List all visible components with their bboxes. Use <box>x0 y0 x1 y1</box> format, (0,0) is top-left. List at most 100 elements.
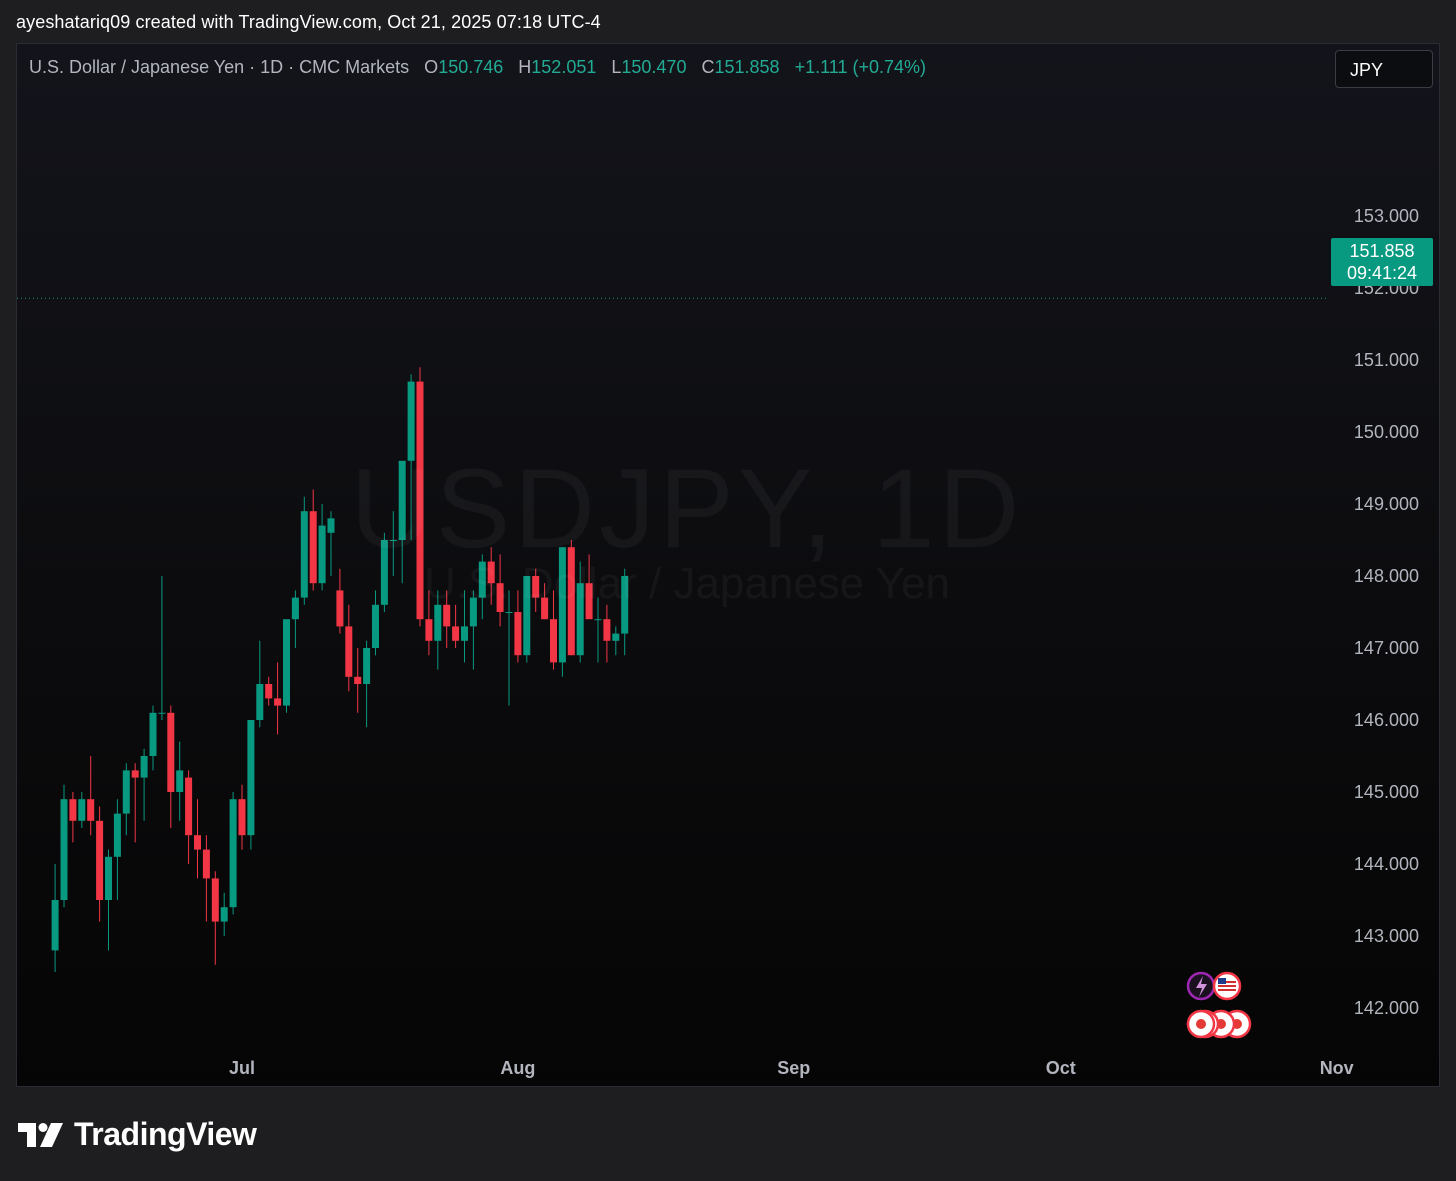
x-tick-label: Oct <box>1046 1058 1076 1078</box>
ohlc-legend: U.S. Dollar / Japanese Yen · 1D · CMC Ma… <box>29 57 926 78</box>
legend-low-label: L <box>611 57 622 77</box>
candle-body <box>585 583 593 620</box>
x-tick-label: Nov <box>1320 1058 1354 1078</box>
candle-body <box>372 604 379 648</box>
legend-low: 150.470 <box>621 57 687 77</box>
y-tick-label: 145.000 <box>1354 782 1419 802</box>
candle-body <box>158 712 166 714</box>
candle-body <box>149 712 157 756</box>
brand-name: TradingView <box>74 1115 257 1152</box>
legend-high: 152.051 <box>531 57 597 77</box>
candle-body <box>167 712 175 792</box>
bar-countdown: 09:41:24 <box>1346 263 1418 283</box>
candle-body <box>229 799 237 908</box>
candle-body <box>389 540 397 541</box>
candle-body <box>469 597 477 627</box>
currency-button[interactable]: JPY <box>1335 50 1433 88</box>
candle-body <box>300 511 308 598</box>
y-tick-label: 148.000 <box>1354 566 1419 586</box>
candle-body <box>461 626 468 641</box>
japan-flag-icon <box>1186 1009 1216 1039</box>
legend-close-label: C <box>701 57 715 77</box>
candle-body <box>434 604 442 641</box>
last-price-value: 151.858 <box>1349 241 1415 261</box>
candle-body <box>220 907 228 922</box>
candle-body <box>87 799 95 821</box>
candle-body <box>398 460 406 540</box>
price-chart[interactable]: 142.000 143.000 144.000 145.000 146.000 147.0… <box>17 44 1439 1086</box>
candle-body <box>78 799 86 821</box>
legend-change: +1.111 (+0.74%) <box>794 57 927 77</box>
candle-body <box>122 770 130 814</box>
candle-body <box>416 381 424 620</box>
candle-body <box>194 835 201 850</box>
candle-body <box>567 547 575 656</box>
legend-symbol[interactable]: U.S. Dollar / Japanese Yen · 1D · CMC Ma… <box>29 57 409 77</box>
chart-panel[interactable]: 142.000 143.000 144.000 145.000 146.000 147.0… <box>16 43 1440 1087</box>
candle-body <box>185 777 193 836</box>
candle-body <box>238 799 246 836</box>
candle-body <box>291 597 299 620</box>
candle-body <box>487 561 495 584</box>
chart-credit: ayeshatariq09 created with TradingView.c… <box>16 12 601 32</box>
candle-body <box>247 720 255 836</box>
candle-body <box>452 626 460 641</box>
last-price-tag: 151.858 09:41:24 <box>1331 238 1433 286</box>
candle-body <box>621 576 629 634</box>
candle-body <box>425 619 433 641</box>
candle-body <box>514 612 522 656</box>
candle-body <box>523 576 531 656</box>
candle-body <box>51 900 59 951</box>
candle-body <box>363 648 371 684</box>
candle-body <box>265 684 273 699</box>
legend-open-label: O <box>424 57 439 77</box>
candle-body <box>443 604 451 627</box>
candle-body <box>318 525 326 584</box>
candle-body <box>612 633 620 641</box>
candle-body <box>496 583 504 612</box>
y-tick-label: 149.000 <box>1354 494 1419 514</box>
x-tick-label: Sep <box>777 1058 810 1078</box>
candle-body <box>505 612 513 613</box>
us-flag-icon <box>1212 971 1242 1001</box>
candle-body <box>576 583 584 656</box>
candle-body <box>594 619 602 621</box>
y-tick-label: 147.000 <box>1354 638 1419 658</box>
tradingview-logo[interactable]: TradingView <box>18 1112 257 1156</box>
y-tick-label: 142.000 <box>1354 998 1419 1018</box>
y-tick-label: 153.000 <box>1354 206 1419 226</box>
candle-body <box>202 849 210 879</box>
candle-body <box>541 597 549 620</box>
candle-body <box>140 756 148 778</box>
candle-body <box>345 626 353 677</box>
candle-body <box>336 590 344 627</box>
lightning-event-icon <box>1186 971 1216 1001</box>
y-tick-label: 151.000 <box>1354 350 1419 370</box>
candle-body <box>354 676 362 684</box>
candle-body <box>113 813 121 857</box>
legend-open: 150.746 <box>438 57 504 77</box>
candle-body <box>603 619 611 641</box>
y-tick-label: 150.000 <box>1354 422 1419 442</box>
candle-body <box>327 518 335 533</box>
candle-body <box>532 576 540 598</box>
candle-body <box>283 619 290 706</box>
legend-close: 151.858 <box>714 57 780 77</box>
candle-body <box>550 619 557 663</box>
candle-body <box>211 878 219 922</box>
x-tick-label: Aug <box>500 1058 535 1078</box>
y-tick-label: 146.000 <box>1354 710 1419 730</box>
x-tick-label: Jul <box>229 1058 255 1078</box>
tradingview-logo-icon <box>18 1123 63 1147</box>
candle-body <box>60 799 68 900</box>
legend-high-label: H <box>518 57 532 77</box>
candle-body <box>69 799 77 821</box>
candle-body <box>407 381 415 461</box>
candle-body <box>105 856 112 900</box>
y-tick-label: 143.000 <box>1354 926 1419 946</box>
candle-body <box>558 547 566 663</box>
candle-body <box>131 770 139 778</box>
candle-body <box>176 770 184 792</box>
candle-body <box>96 820 104 900</box>
candle-body <box>274 698 282 706</box>
